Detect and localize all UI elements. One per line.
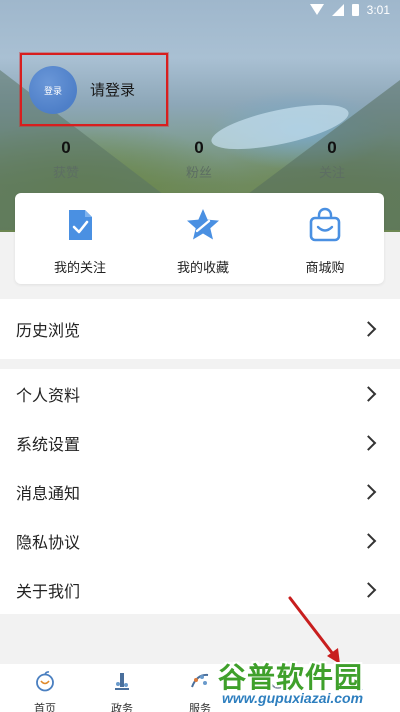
stat-label: 获赞 (52, 166, 79, 181)
quick-action-label: 我的收藏 (176, 261, 229, 276)
stat-value: 0 (61, 138, 71, 157)
avatar-label: 登录 (43, 86, 62, 97)
tab-government[interactable]: 政务 (97, 670, 147, 712)
stat-value: 0 (327, 138, 337, 157)
wifi-icon (309, 4, 324, 16)
service-icon (191, 673, 209, 688)
status-icons: 3:01 (309, 3, 390, 17)
apple-icon (36, 671, 54, 692)
menu-item-label: 历史浏览 (16, 321, 81, 340)
document-check-icon (69, 210, 92, 240)
chevron-right-icon (360, 434, 377, 451)
avatar[interactable]: 登录 (29, 66, 77, 114)
chevron-right-icon (360, 321, 377, 337)
user-stats: 0 获赞 0 粉丝 0 关注 (0, 138, 400, 188)
stat-label: 粉丝 (185, 166, 212, 181)
battery-icon (351, 4, 359, 16)
quick-actions-card: 我的关注 我的收藏 商城购 (15, 193, 384, 284)
menu-item-label: 个人资料 (16, 385, 81, 405)
status-time: 3:01 (366, 3, 390, 17)
quick-action-label: 我的关注 (53, 261, 106, 276)
menu-item-profile[interactable]: 个人资料 (0, 369, 400, 418)
tab-label: 首页 (34, 702, 56, 712)
menu-item-label: 消息通知 (16, 483, 81, 503)
menu-item-label: 隐私协议 (16, 532, 81, 552)
menu-item-label: 关于我们 (16, 581, 81, 601)
stat-value: 0 (194, 138, 204, 157)
shopping-bag-icon (309, 207, 341, 242)
my-follows-button[interactable]: 我的关注 (25, 207, 135, 276)
mall-shopping-button[interactable]: 商城购 (270, 207, 380, 276)
stat-label: 关注 (318, 166, 345, 181)
status-bar: 3:01 (0, 0, 400, 24)
settings-list: 个人资料 系统设置 消息通知 隐私协议 关于我们 (0, 369, 400, 614)
stat-likes[interactable]: 0 获赞 (31, 138, 101, 181)
tab-home[interactable]: 首页 (20, 670, 70, 712)
chevron-right-icon (360, 483, 377, 500)
watermark-url: www.gupuxiazai.com (222, 690, 364, 706)
menu-item-privacy[interactable]: 隐私协议 (0, 516, 400, 565)
my-favorites-button[interactable]: 我的收藏 (148, 207, 258, 276)
menu-item-label: 系统设置 (16, 434, 81, 454)
menu-item-settings[interactable]: 系统设置 (0, 418, 400, 467)
chevron-right-icon (360, 581, 377, 598)
government-icon (115, 673, 129, 690)
login-area[interactable]: 登录 请登录 (20, 53, 168, 126)
chevron-right-icon (360, 532, 377, 549)
menu-item-history[interactable]: 历史浏览 (0, 299, 400, 359)
star-icon (187, 209, 219, 240)
menu-item-notifications[interactable]: 消息通知 (0, 467, 400, 516)
stat-following[interactable]: 0 关注 (297, 138, 367, 181)
chevron-right-icon (360, 385, 377, 402)
tab-label: 政务 (111, 702, 133, 712)
history-card: 历史浏览 (0, 299, 400, 359)
stat-fans[interactable]: 0 粉丝 (164, 138, 234, 181)
quick-action-label: 商城购 (305, 261, 345, 276)
watermark: 谷普软件园 www.gupuxiazai.com (218, 656, 394, 708)
signal-icon (331, 4, 344, 16)
login-prompt[interactable]: 请登录 (90, 79, 135, 100)
